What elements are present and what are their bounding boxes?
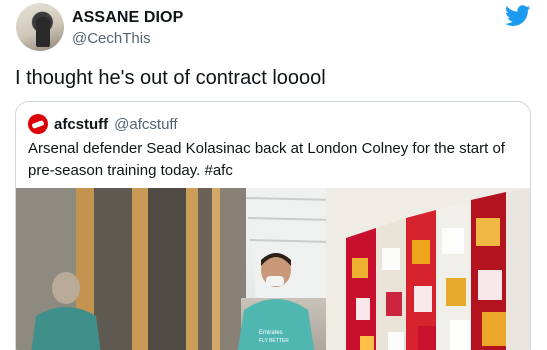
quoted-photo[interactable]: Emirates FLY BETTER <box>16 188 531 350</box>
author-avatar[interactable] <box>16 3 64 51</box>
quoted-avatar[interactable] <box>28 114 48 134</box>
author-name[interactable]: ASSANE DIOP <box>72 9 183 27</box>
svg-text:FLY BETTER: FLY BETTER <box>259 338 289 344</box>
svg-text:Emirates: Emirates <box>259 330 283 336</box>
tweet-text: I thought he's out of contract looool <box>15 67 326 89</box>
twitter-bird-icon[interactable] <box>505 5 531 27</box>
quoted-text: Arsenal defender Sead Kolasinac back at … <box>28 140 505 179</box>
quoted-header: afcstuff @afcstuff <box>28 114 177 134</box>
quoted-author-handle[interactable]: @afcstuff <box>114 116 177 133</box>
quoted-author-name[interactable]: afcstuff <box>54 116 108 133</box>
tweet-card: ASSANE DIOP @CechThis I thought he's out… <box>0 0 547 350</box>
author-handle[interactable]: @CechThis <box>72 30 151 47</box>
quoted-tweet[interactable]: afcstuff @afcstuff Arsenal defender Sead… <box>15 101 531 350</box>
